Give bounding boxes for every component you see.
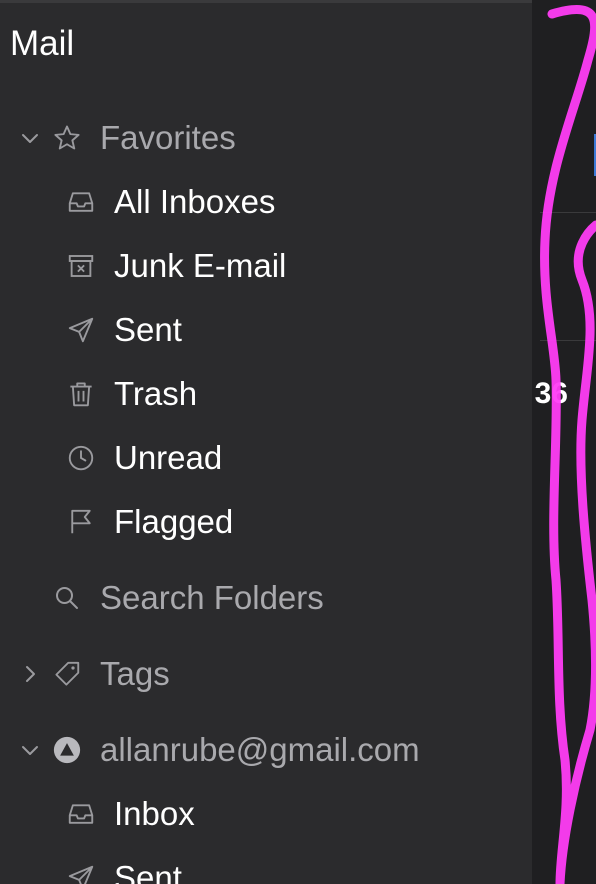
sidebar-item-inbox[interactable]: Inbox [0,784,590,844]
paper-plane-icon [66,315,96,345]
search-folders-label: Search Folders [100,579,324,616]
tags-section-header[interactable]: Tags [0,644,590,704]
sidebar-item-trash[interactable]: Trash 36 [0,364,590,424]
sidebar-item-junk-email[interactable]: Junk E-mail [0,236,590,296]
sidebar-item-label: Junk E-mail [114,247,287,284]
search-folders-section[interactable]: Search Folders [0,568,590,628]
sidebar-item-label: Sent [114,859,182,884]
favorites-label: Favorites [100,119,236,156]
account-label: allanrube@gmail.com [100,731,420,768]
folder-sidebar: Mail Favorites All Inboxes Junk E-mail S… [0,0,568,884]
sidebar-item-unread[interactable]: Unread [0,428,590,488]
chevron-right-icon[interactable] [18,662,42,686]
account-icon [52,735,82,765]
sidebar-item-label: Sent [114,311,182,348]
sidebar-item-label: Unread [114,439,223,476]
tag-icon [52,659,82,689]
chevron-down-icon[interactable] [18,126,42,150]
tray-icon [66,187,96,217]
search-icon [52,583,82,613]
star-icon [52,123,82,153]
tags-label: Tags [100,655,170,692]
mail-window: Mail Favorites All Inboxes Junk E-mail S… [0,0,596,884]
app-title: Mail [10,24,75,63]
trash-icon [66,379,96,409]
sidebar-item-sent[interactable]: Sent [0,300,590,360]
sidebar-item-label: All Inboxes [114,183,276,220]
sidebar-item-label: Trash [114,375,198,412]
flag-icon [66,507,96,537]
chevron-down-icon[interactable] [18,738,42,762]
unread-count-badge: 36 [534,377,568,410]
junk-icon [66,251,96,281]
paper-plane-icon [66,863,96,884]
account-section-header[interactable]: allanrube@gmail.com [0,720,590,780]
clock-icon [66,443,96,473]
sidebar-item-flagged[interactable]: Flagged [0,492,590,552]
favorites-section-header[interactable]: Favorites [0,108,590,168]
sidebar-item-label: Flagged [114,503,234,540]
sidebar-item-all-inboxes[interactable]: All Inboxes [0,172,590,232]
sidebar-item-label: Inbox [114,795,195,832]
sidebar-item-account-sent[interactable]: Sent [0,848,590,884]
tray-icon [66,799,96,829]
